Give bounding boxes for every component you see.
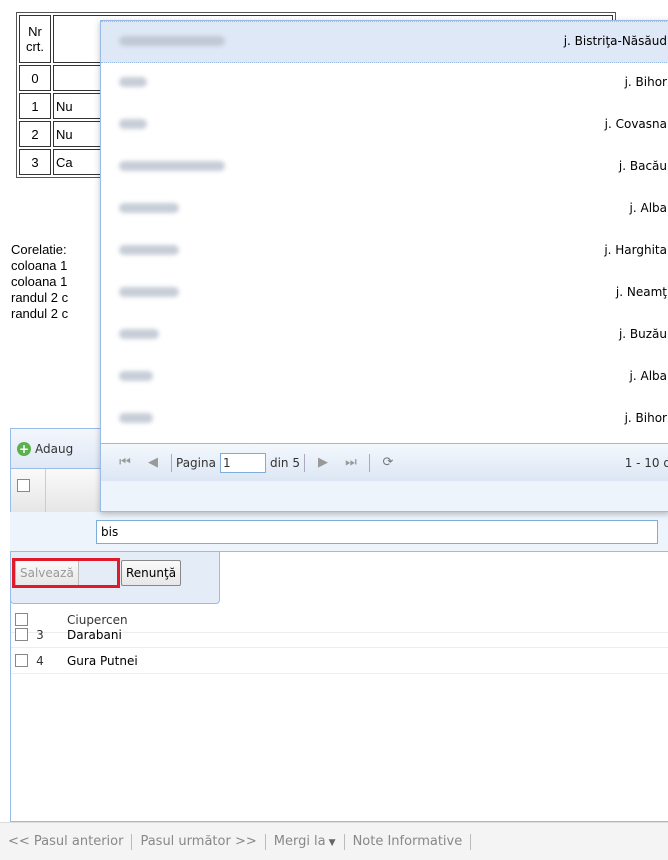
goto-menu[interactable]: Mergi la ▼ [274, 834, 336, 849]
add-button[interactable]: + Adaug [17, 441, 74, 456]
redacted-text [119, 413, 153, 423]
list-item[interactable]: j. Buzău [101, 315, 668, 357]
county-label: j. Alba [629, 369, 667, 383]
table-row-nr: 1 [19, 93, 51, 119]
row-name: Gura Putnei [67, 653, 138, 668]
row-name: Darabani [67, 627, 122, 642]
corelatie-line: Corelatie: [11, 242, 67, 257]
redacted-text [119, 161, 225, 171]
list-item[interactable]: j. Covasna [101, 105, 668, 147]
corelatie-line: coloana 1 [11, 274, 68, 289]
county-label: j. Neamţ [615, 285, 667, 299]
page-number-input[interactable]: 1 [219, 452, 266, 473]
redacted-text [119, 119, 147, 129]
paging-display: 1 - 10 d [624, 455, 668, 470]
table-row-nr: 0 [19, 65, 51, 91]
list-item[interactable]: j. Neamţ [101, 273, 668, 315]
redacted-text [119, 371, 153, 381]
table-row-nr: 3 [19, 149, 51, 175]
redacted-text [119, 36, 225, 46]
autocomplete-dropdown: j. Bistriţa-Năsăud j. Bihor j. Covasna j… [100, 20, 668, 512]
nav-separator [470, 833, 472, 850]
county-label: j. Bacău [618, 159, 667, 173]
list-item[interactable]: j. Bacău [101, 147, 668, 189]
row-number: 3 [36, 627, 44, 642]
prev-page-icon[interactable]: ◀ [139, 455, 167, 470]
paging-toolbar: ⏮ ◀ Pagina 1 din 5 ▶ ⏭ ⟳ 1 - 10 d [101, 443, 668, 481]
add-button-label: Adaug [35, 441, 74, 456]
table-row[interactable]: 3 Darabani [11, 622, 668, 648]
county-label: j. Buzău [618, 327, 667, 341]
redacted-text [119, 329, 159, 339]
county-label: j. Harghita [604, 243, 667, 257]
redacted-text [119, 77, 147, 87]
page-label: Pagina [176, 455, 216, 470]
refresh-icon[interactable]: ⟳ [374, 455, 402, 470]
goto-label: Mergi la [273, 834, 326, 849]
corelatie-line: randul 2 c [11, 306, 69, 321]
next-page-icon[interactable]: ▶ [309, 455, 337, 470]
redacted-text [119, 287, 179, 297]
corelatie-line: coloana 1 [11, 258, 68, 273]
chevron-down-icon: ▼ [328, 838, 336, 848]
dropdown-footer [101, 481, 668, 511]
plus-icon: + [17, 441, 31, 456]
bottom-navigation: << Pasul anterior Pasul următor >> Mergi… [0, 822, 668, 860]
first-page-icon[interactable]: ⏮ [111, 455, 139, 470]
county-label: j. Covasna [604, 117, 667, 131]
previous-step-link[interactable]: << Pasul anterior [8, 834, 123, 849]
county-label: j. Bistriţa-Năsăud [563, 34, 667, 48]
next-step-link[interactable]: Pasul următor >> [140, 834, 256, 849]
save-highlight-box [12, 558, 120, 588]
nav-separator [131, 833, 133, 850]
select-all-checkbox[interactable] [17, 479, 30, 492]
table-row-nr: 2 [19, 121, 51, 147]
county-label: j. Bihor [624, 411, 667, 425]
cancel-button[interactable]: Renunţă [121, 560, 182, 586]
page-count-label: din 5 [269, 455, 300, 470]
toolbar-separator [368, 453, 370, 472]
row-number: 4 [36, 653, 44, 668]
column-divider [45, 469, 46, 513]
redacted-text [119, 203, 179, 213]
list-item[interactable]: j. Bihor [101, 399, 668, 441]
toolbar-separator [171, 453, 172, 472]
list-item[interactable]: j. Bihor [101, 63, 668, 105]
list-item[interactable]: j. Harghita [101, 231, 668, 273]
list-item[interactable]: j. Alba [101, 357, 668, 399]
nav-separator [343, 833, 345, 850]
county-label: j. Bihor [624, 75, 667, 89]
redacted-text [119, 245, 179, 255]
header-nr-crt: Nr crt. [19, 15, 51, 63]
county-label: j. Alba [629, 201, 667, 215]
corelatie-text: Corelatie: coloana 1 coloana 1 randul 2 … [11, 242, 111, 322]
list-item[interactable]: j. Alba [101, 189, 668, 231]
last-page-icon[interactable]: ⏭ [337, 455, 365, 470]
table-row[interactable]: 4 Gura Putnei [11, 648, 668, 674]
editor-buttons: Salvează Renunţă [10, 552, 220, 604]
locality-search-input[interactable] [96, 520, 658, 544]
toolbar-separator [303, 453, 305, 472]
row-checkbox[interactable] [15, 654, 28, 667]
row-editor [10, 512, 668, 552]
corelatie-line: randul 2 c [11, 290, 69, 305]
nav-separator [264, 833, 266, 850]
row-checkbox[interactable] [15, 628, 28, 641]
info-notes-link[interactable]: Note Informative [353, 834, 463, 849]
list-item[interactable]: j. Bistriţa-Năsăud [101, 21, 668, 63]
